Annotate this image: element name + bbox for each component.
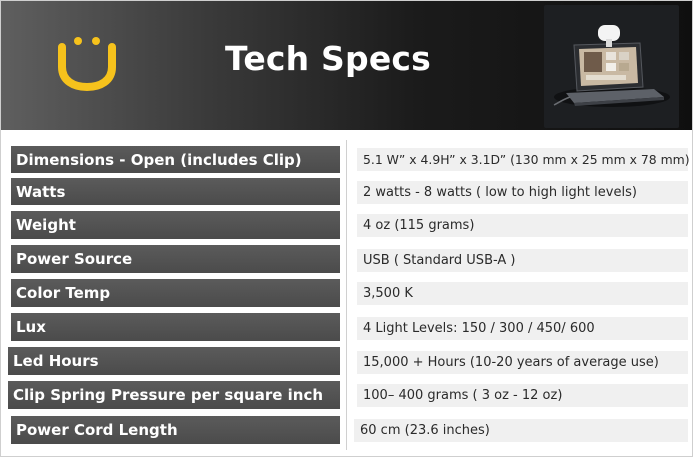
spec-label-watts: Watts: [11, 178, 340, 205]
spec-value-watts: 2 watts - 8 watts ( low to high light le…: [357, 181, 688, 204]
column-divider: [346, 140, 347, 450]
spec-value-led-hours: 15,000 + Hours (10-20 years of average u…: [357, 351, 688, 374]
spec-value-weight: 4 oz (115 grams): [357, 214, 688, 237]
spec-value-clip-spring-pressure: 100– 400 grams ( 3 oz - 12 oz): [357, 384, 688, 407]
spec-label-weight: Weight: [11, 211, 340, 239]
spec-value-dimensions: 5.1 W” x 4.9H” x 3.1D” (130 mm x 25 mm x…: [357, 148, 690, 171]
spec-label-color-temp: Color Temp: [11, 279, 340, 307]
spec-label-led-hours: Led Hours: [8, 347, 340, 375]
spec-label-power-source: Power Source: [11, 245, 340, 273]
spec-label-dimensions: Dimensions - Open (includes Clip): [11, 146, 340, 173]
header-banner: Tech Specs: [1, 1, 692, 130]
spec-value-power-source: USB ( Standard USB-A ): [357, 249, 688, 272]
laptop-with-clip-light-image: [544, 5, 679, 128]
spec-label-lux: Lux: [11, 313, 340, 341]
smiley-face-logo-icon: [58, 37, 116, 92]
page-title: Tech Specs: [225, 39, 432, 78]
spec-value-power-cord-length: 60 cm (23.6 inches): [354, 419, 688, 442]
spec-value-color-temp: 3,500 K: [357, 282, 688, 305]
spec-label-clip-spring-pressure: Clip Spring Pressure per square inch: [8, 381, 340, 409]
spec-label-power-cord-length: Power Cord Length: [11, 416, 340, 444]
spec-value-lux: 4 Light Levels: 150 / 300 / 450/ 600: [357, 317, 688, 340]
